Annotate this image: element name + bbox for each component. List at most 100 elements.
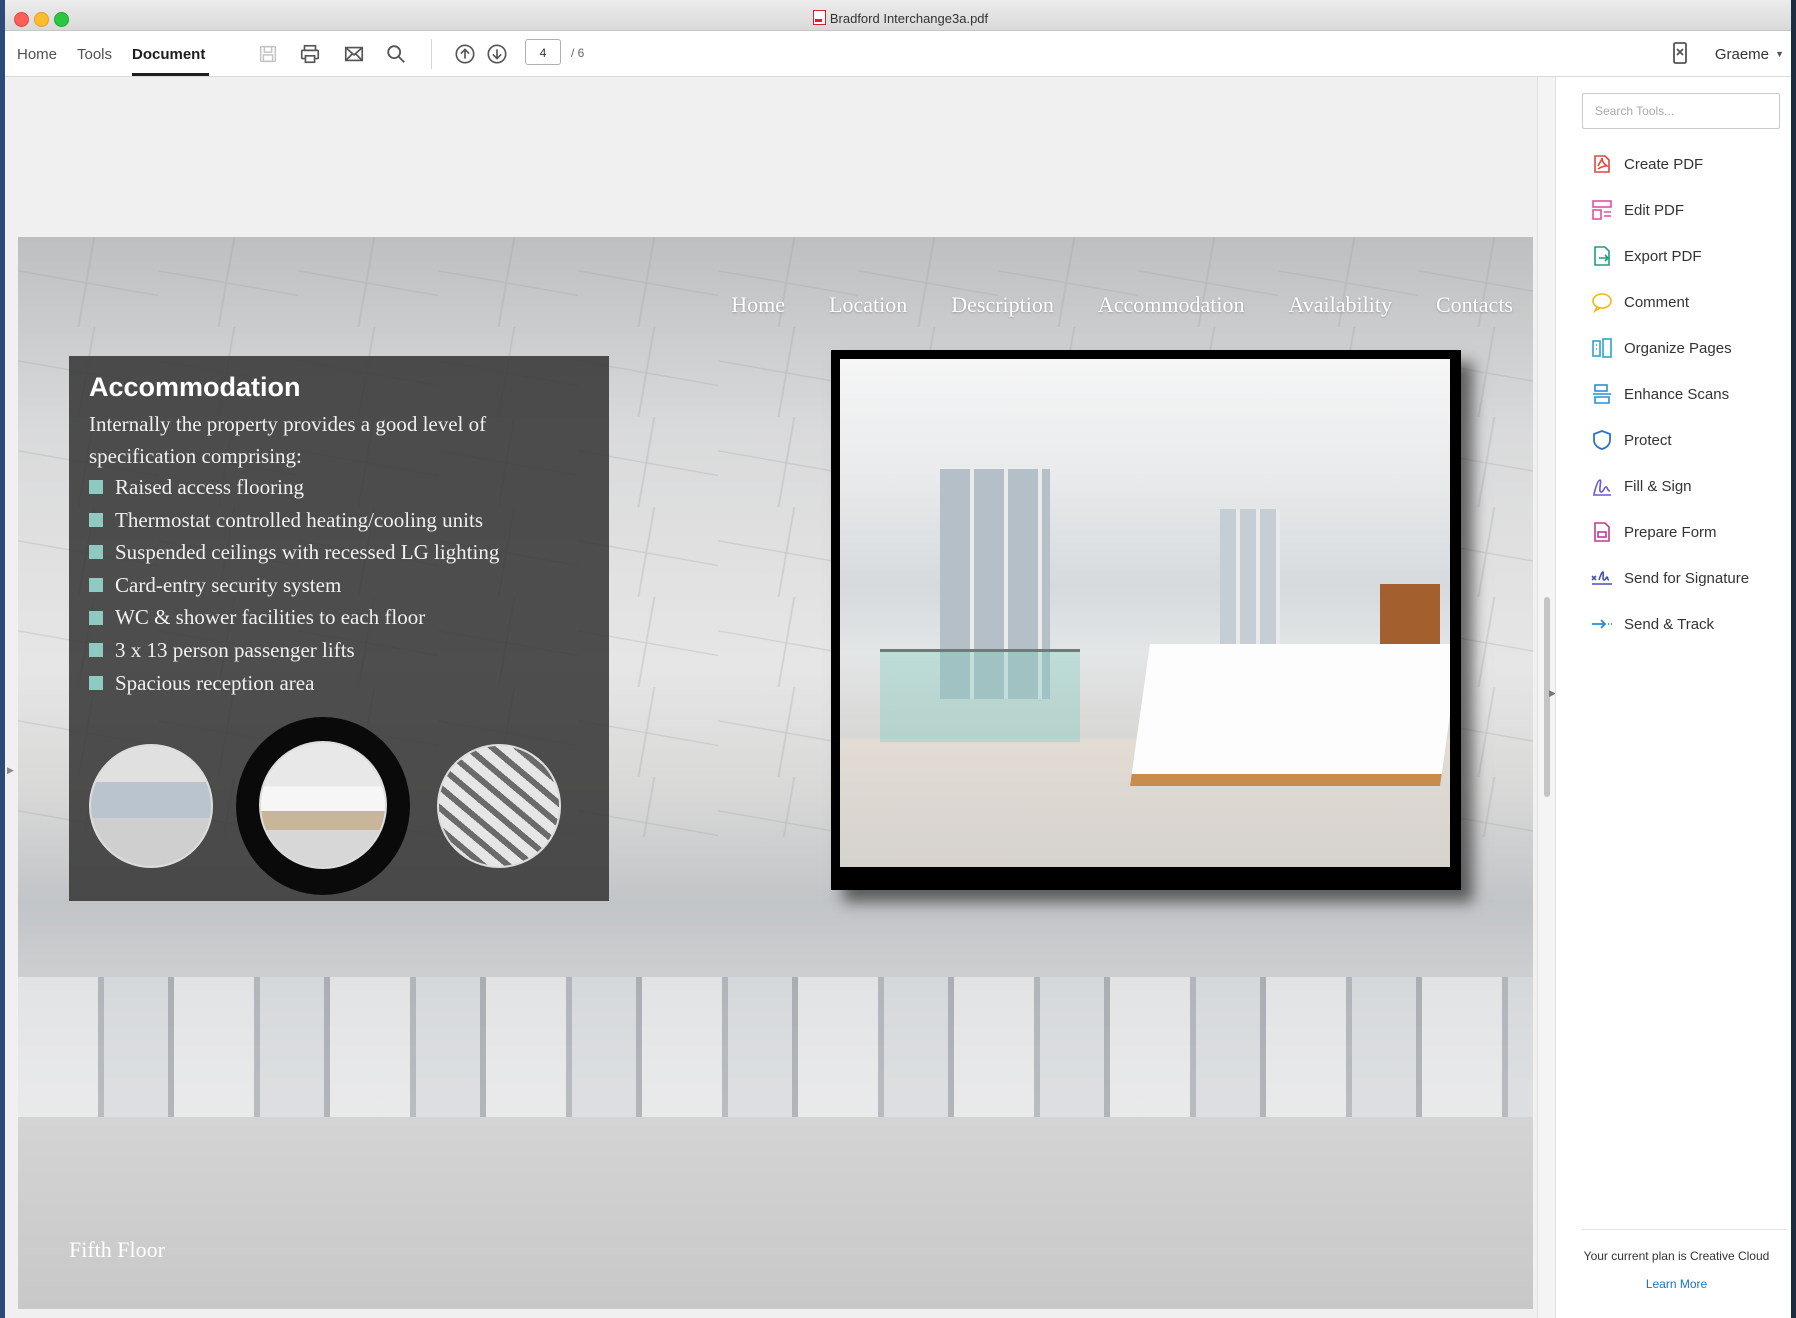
title-bar: Bradford Interchange3a.pdf xyxy=(5,0,1796,31)
print-icon[interactable] xyxy=(297,41,323,67)
thumbnail-stairs[interactable] xyxy=(437,744,561,868)
tool-send-signature[interactable]: Send for Signature xyxy=(1590,564,1749,592)
save-icon[interactable] xyxy=(255,41,281,67)
tool-label: Protect xyxy=(1624,431,1672,449)
tool-edit-pdf[interactable]: Edit PDF xyxy=(1590,196,1684,224)
photo-window xyxy=(1220,509,1280,649)
export-pdf-icon xyxy=(1594,246,1610,266)
tool-prepare-form[interactable]: Prepare Form xyxy=(1590,518,1717,546)
plan-text: Your current plan is Creative Cloud xyxy=(1583,1249,1770,1263)
list-item: 3 x 13 person passenger lifts xyxy=(89,634,499,667)
tool-label: Send for Signature xyxy=(1624,569,1750,587)
tool-send-track[interactable]: Send & Track xyxy=(1590,610,1714,638)
window-title-text: Bradford Interchange3a.pdf xyxy=(829,11,989,26)
list-item: Thermostat controlled heating/cooling un… xyxy=(89,504,499,537)
tool-label: Edit PDF xyxy=(1624,201,1685,219)
desktop-edge xyxy=(1791,0,1796,1318)
tool-label: Prepare Form xyxy=(1624,523,1717,541)
list-item: WC & shower facilities to each floor xyxy=(89,601,499,634)
tool-label: Enhance Scans xyxy=(1624,385,1730,403)
tools-sidebar: Search Tools... Create PDF Edit PDF Expo… xyxy=(1555,77,1796,1318)
chevron-down-icon[interactable]: ▼ xyxy=(1775,49,1784,59)
panel-heading: Accommodation xyxy=(89,372,301,402)
page-nav-contacts[interactable]: Contacts xyxy=(1436,292,1513,318)
fill-sign-icon xyxy=(1593,479,1611,496)
bullet-square-icon xyxy=(89,480,103,495)
user-menu[interactable]: Graeme xyxy=(1715,46,1769,63)
list-item-text: Spacious reception area xyxy=(115,670,315,695)
tab-tools[interactable]: Tools xyxy=(77,46,112,63)
phone-icon[interactable] xyxy=(1672,41,1688,70)
sidebar-divider xyxy=(1582,1229,1787,1230)
bullet-square-icon xyxy=(89,512,103,527)
list-item: Card-entry security system xyxy=(89,569,499,602)
reception-photo-frame xyxy=(831,350,1461,890)
page-up-icon[interactable] xyxy=(452,41,478,67)
list-item: Raised access flooring xyxy=(89,471,499,504)
page-nav-accommodation[interactable]: Accommodation xyxy=(1098,292,1245,318)
page-nav-availability[interactable]: Availability xyxy=(1289,292,1392,318)
edit-pdf-icon xyxy=(1592,200,1612,220)
toolbar-divider xyxy=(431,39,432,69)
tool-label: Create PDF xyxy=(1624,155,1704,173)
window-title: Bradford Interchange3a.pdf xyxy=(5,10,1796,26)
left-panel-toggle-icon[interactable]: ▶ xyxy=(7,765,14,776)
tool-label: Comment xyxy=(1624,293,1690,311)
panel-intro: Internally the property provides a good … xyxy=(89,412,487,468)
tool-label: Send & Track xyxy=(1624,615,1715,633)
page-nav-location[interactable]: Location xyxy=(829,292,907,318)
tab-document[interactable]: Document xyxy=(132,46,210,76)
list-item-text: Thermostat controlled heating/cooling un… xyxy=(115,507,484,532)
enhance-scans-icon xyxy=(1593,384,1611,404)
send-track-icon xyxy=(1592,619,1612,629)
list-item-text: Raised access flooring xyxy=(115,475,304,499)
photo-reception-desk xyxy=(1130,644,1450,786)
pdf-file-icon xyxy=(812,10,826,25)
tool-label: Export PDF xyxy=(1624,247,1702,265)
tab-home[interactable]: Home xyxy=(17,46,57,63)
list-item-text: Suspended ceilings with recessed LG ligh… xyxy=(115,540,500,565)
tool-comment[interactable]: Comment xyxy=(1590,288,1689,316)
learn-more-link[interactable]: Learn More xyxy=(1556,1277,1796,1291)
page-number-input[interactable]: 4 xyxy=(525,39,561,65)
comment-icon xyxy=(1592,293,1612,314)
bullet-square-icon xyxy=(89,545,103,560)
mail-icon[interactable] xyxy=(341,41,367,67)
search-tools-input[interactable]: Search Tools... xyxy=(1582,93,1780,129)
prepare-form-icon xyxy=(1594,522,1610,542)
document-viewport: ▶ Home Location Description Accommodatio… xyxy=(5,77,1535,1318)
search-icon[interactable] xyxy=(383,41,409,67)
thumbnail-selected-ring xyxy=(236,717,410,895)
feature-list: Raised access flooring Thermostat contro… xyxy=(89,471,499,699)
page-nav-description[interactable]: Description xyxy=(951,292,1054,318)
shield-icon xyxy=(1593,430,1611,450)
tool-fill-sign[interactable]: Fill & Sign xyxy=(1590,472,1692,500)
photo-glass-balustrade xyxy=(880,649,1080,742)
bullet-square-icon xyxy=(89,610,103,625)
page-down-icon[interactable] xyxy=(484,41,510,67)
tool-export-pdf[interactable]: Export PDF xyxy=(1590,242,1702,270)
tool-create-pdf[interactable]: Create PDF xyxy=(1590,150,1703,178)
thumbnail-reception[interactable] xyxy=(259,741,387,869)
bullet-square-icon xyxy=(89,578,103,593)
accommodation-panel: Accommodation Internally the property pr… xyxy=(69,356,609,901)
tool-label: Organize Pages xyxy=(1624,339,1732,357)
tool-enhance-scans[interactable]: Enhance Scans xyxy=(1590,380,1729,408)
reception-photo xyxy=(840,359,1450,867)
list-item-text: Card-entry security system xyxy=(115,572,342,597)
tool-organize-pages[interactable]: Organize Pages xyxy=(1590,334,1732,362)
page-nav-home[interactable]: Home xyxy=(731,292,785,318)
tool-label: Fill & Sign xyxy=(1624,477,1692,495)
page-total: / 6 xyxy=(571,46,585,60)
thumbnail-office[interactable] xyxy=(89,744,213,868)
list-item: Suspended ceilings with recessed LG ligh… xyxy=(89,536,499,569)
app-window: Bradford Interchange3a.pdf Home Tools Do… xyxy=(5,0,1796,1318)
tool-protect[interactable]: Protect xyxy=(1590,426,1672,454)
page-nav: Home Location Description Accommodation … xyxy=(687,292,1513,318)
list-item: Spacious reception area xyxy=(89,667,499,700)
send-signature-icon xyxy=(1591,571,1612,585)
organize-pages-icon xyxy=(1592,338,1612,358)
toolbar: Home Tools Document 4 / 6 Graeme ▼ xyxy=(5,31,1796,77)
floor-caption: Fifth Floor xyxy=(69,1237,165,1262)
pdf-page: Home Location Description Accommodation … xyxy=(18,237,1533,1309)
